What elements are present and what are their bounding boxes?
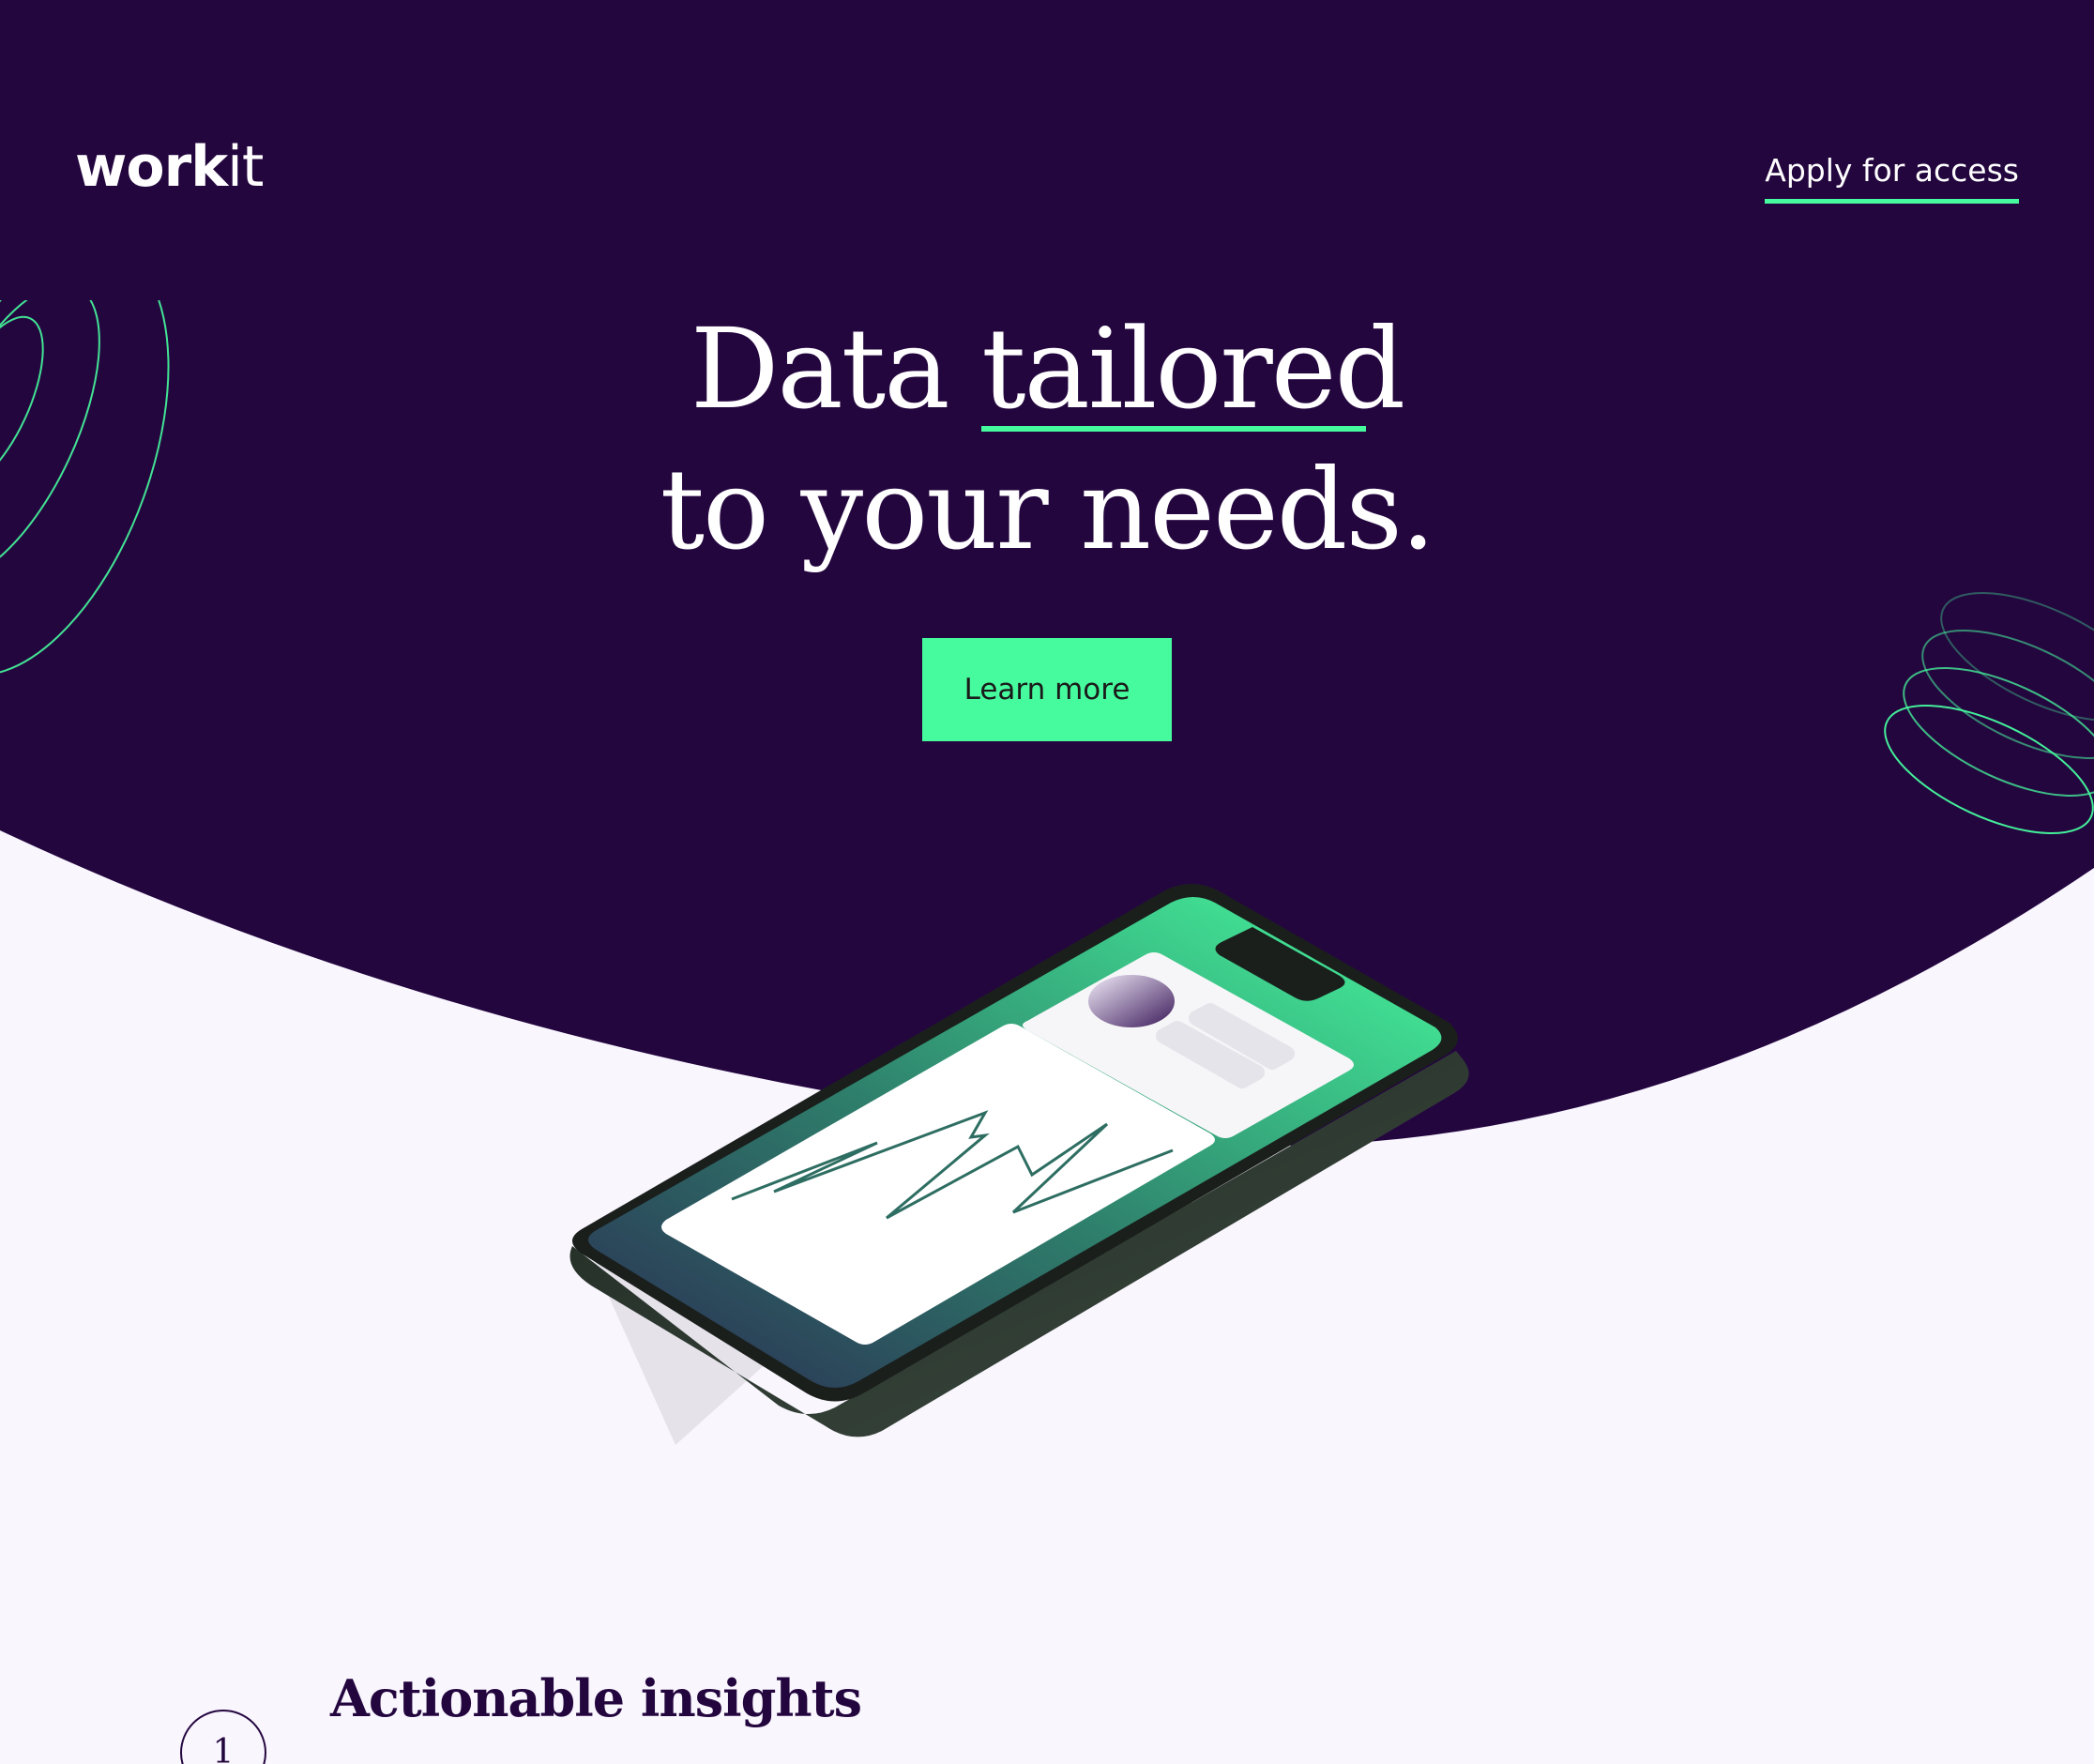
hero-headline: Data tailored to your needs. <box>0 298 2094 580</box>
logo-bold-text: work <box>75 134 228 200</box>
headline-word-tailored: tailored <box>981 298 1405 439</box>
headline-line-1: Data tailored <box>0 298 2094 439</box>
smartphone-chart-illustration <box>569 884 1469 1445</box>
headline-line-2: to your needs. <box>660 445 1436 574</box>
learn-more-button[interactable]: Learn more <box>922 638 1172 741</box>
brand-logo[interactable]: workit <box>75 139 264 195</box>
spiral-rings-icon <box>1884 591 2094 835</box>
section-title-actionable-insights: Actionable insights <box>330 1668 862 1728</box>
apply-for-access-link[interactable]: Apply for access <box>1765 152 2019 204</box>
headline-word-data: Data <box>690 304 950 433</box>
logo-light-text: it <box>227 134 264 200</box>
landing-page: workit Apply for access Data tailored to… <box>0 0 2094 1764</box>
